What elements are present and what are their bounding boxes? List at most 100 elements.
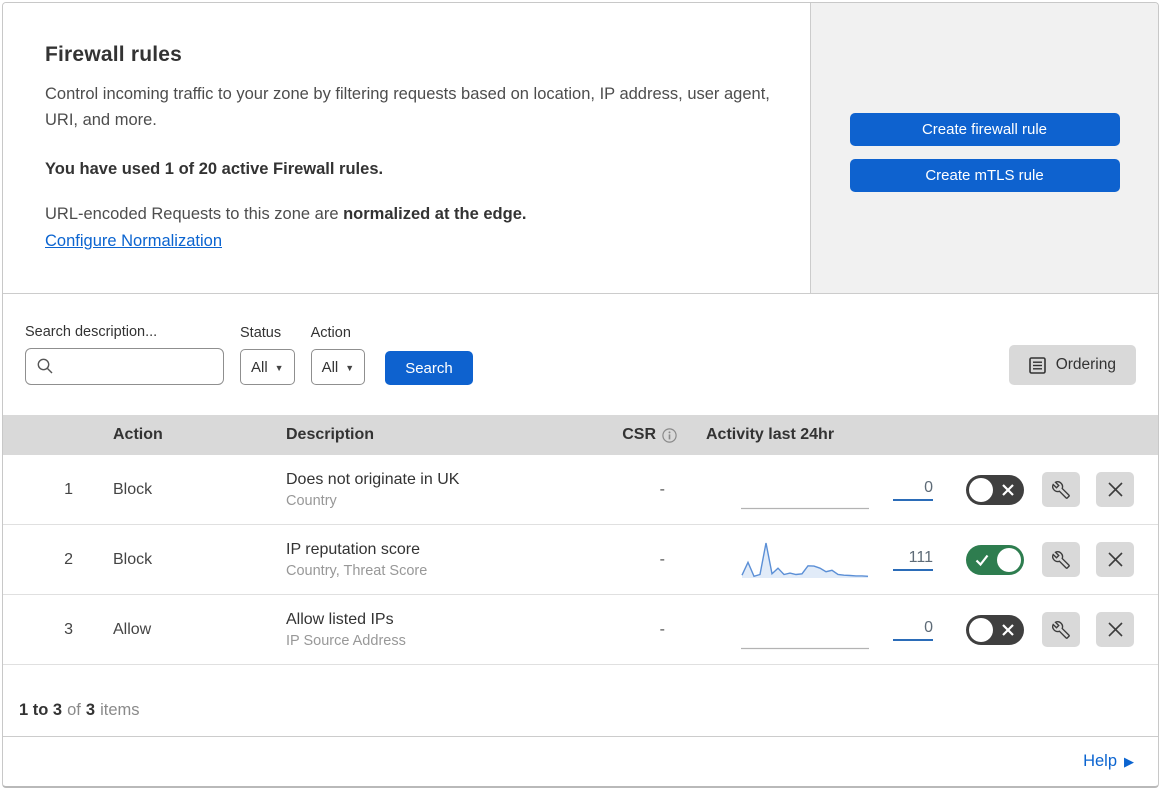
activity-count-link[interactable]: 0 [893, 618, 933, 641]
action-label: Action [310, 325, 351, 341]
help-bar: Help ▶ [3, 737, 1158, 786]
intro-text-area: Firewall rules Control incoming traffic … [3, 3, 810, 293]
normalization-note: URL-encoded Requests to this zone are no… [45, 205, 770, 224]
rule-activity-cell: 0 [683, 610, 933, 650]
close-icon [1107, 552, 1123, 567]
action-dropdown-value: All [321, 358, 339, 376]
status-dropdown-value: All [251, 358, 268, 376]
rule-enabled-toggle[interactable] [966, 614, 1024, 645]
rule-title: Does not originate in UK [286, 470, 460, 488]
pagination-range: 1 to 3 [19, 701, 63, 719]
search-label: Search description... [25, 324, 158, 340]
wrench-icon [1052, 620, 1070, 639]
csr-header-label: CSR [622, 426, 656, 443]
activity-sparkline [741, 647, 869, 649]
rule-csr-value: - [659, 480, 665, 498]
wrench-icon [1052, 550, 1070, 569]
configure-normalization-link[interactable]: Configure Normalization [45, 232, 222, 251]
rule-priority: 3 [64, 620, 73, 638]
chevron-down-icon: ▼ [345, 363, 355, 373]
delete-rule-button[interactable] [1096, 542, 1134, 577]
status-dropdown[interactable]: All ▼ [240, 349, 295, 385]
table-row: 3 Allow Allow listed IPs IP Source Addre… [3, 595, 1158, 665]
help-link[interactable]: Help ▶ [1083, 752, 1134, 771]
rule-title: IP reputation score [286, 540, 421, 558]
activity-count-link[interactable]: 0 [893, 478, 933, 501]
close-icon [1107, 482, 1123, 497]
column-header-description: Description [286, 426, 375, 443]
activity-sparkline [741, 507, 869, 509]
rule-csr-value: - [659, 550, 665, 568]
delete-rule-button[interactable] [1096, 472, 1134, 507]
rule-action: Block [113, 550, 153, 568]
pagination-bar: 1 to 3 of 3 items [3, 665, 1158, 737]
rule-csr-value: - [659, 620, 665, 638]
rule-activity-cell: 111 [683, 540, 933, 580]
pagination-items: items [100, 701, 140, 719]
intro-section: Firewall rules Control incoming traffic … [3, 3, 1158, 294]
ordering-button[interactable]: Ordering [1008, 345, 1136, 385]
table-row: 2 Block IP reputation score Country, Thr… [3, 525, 1158, 595]
info-icon[interactable] [662, 427, 677, 443]
search-input-wrap [25, 348, 224, 385]
wrench-icon [1052, 480, 1070, 499]
rule-priority: 1 [64, 480, 73, 498]
rule-description-cell: IP reputation score Country, Threat Scor… [286, 541, 593, 579]
action-dropdown[interactable]: All ▼ [310, 349, 366, 385]
ordering-button-label: Ordering [1055, 356, 1116, 373]
pagination-of: of [67, 701, 81, 719]
edit-rule-button[interactable] [1042, 472, 1080, 507]
firewall-rules-card: Firewall rules Control incoming traffic … [2, 2, 1159, 788]
table-row: 1 Block Does not originate in UK Country… [3, 455, 1158, 525]
search-group: Search description... [25, 324, 224, 385]
chevron-down-icon: ▼ [274, 363, 284, 373]
rule-controls [933, 612, 1158, 647]
activity-count-link[interactable]: 111 [893, 548, 933, 571]
rule-description-cell: Does not originate in UK Country [286, 471, 593, 509]
edit-rule-button[interactable] [1042, 542, 1080, 577]
rule-enabled-toggle[interactable] [966, 474, 1024, 505]
search-button[interactable]: Search [385, 351, 473, 385]
rule-controls [933, 542, 1158, 577]
rule-fields: Country [286, 492, 337, 509]
column-header-csr: CSR [593, 426, 683, 444]
table-header: Action Description CSR Activity last 24h… [3, 415, 1158, 455]
rule-action: Allow [113, 620, 152, 638]
pagination-total: 3 [85, 701, 96, 719]
usage-summary: You have used 1 of 20 active Firewall ru… [45, 160, 384, 179]
toggle-knob [997, 547, 1021, 572]
create-firewall-rule-button[interactable]: Create firewall rule [849, 113, 1120, 146]
rule-priority: 2 [64, 550, 73, 568]
rule-enabled-toggle[interactable] [966, 544, 1024, 575]
toggle-knob [969, 477, 993, 502]
action-filter-group: Action All ▼ [310, 325, 366, 385]
create-mtls-rule-button[interactable]: Create mTLS rule [849, 159, 1120, 192]
activity-sparkline [741, 542, 869, 578]
column-header-action: Action [113, 426, 163, 443]
help-link-label: Help [1083, 752, 1117, 770]
status-label: Status [240, 325, 282, 341]
toggle-state-icon [1002, 483, 1014, 496]
status-filter-group: Status All ▼ [240, 325, 295, 385]
toggle-state-icon [1002, 623, 1014, 636]
rule-description-cell: Allow listed IPs IP Source Address [286, 611, 593, 649]
arrow-right-icon: ▶ [1124, 753, 1134, 769]
delete-rule-button[interactable] [1096, 612, 1134, 647]
rule-activity-cell: 0 [683, 470, 933, 510]
toggle-state-icon [975, 554, 989, 566]
page-description: Control incoming traffic to your zone by… [45, 85, 770, 129]
list-icon [1028, 356, 1046, 374]
close-icon [1107, 622, 1123, 637]
intro-actions-panel: Create firewall rule Create mTLS rule [810, 3, 1158, 293]
normalization-bold: normalized at the edge. [343, 205, 527, 224]
search-input[interactable] [25, 348, 224, 385]
rule-action: Block [113, 480, 153, 498]
page-title: Firewall rules [45, 43, 183, 66]
rule-controls [933, 472, 1158, 507]
edit-rule-button[interactable] [1042, 612, 1080, 647]
rule-fields: Country, Threat Score [286, 562, 428, 579]
filter-bar: Search description... Status All ▼ Actio… [3, 294, 1158, 415]
rule-title: Allow listed IPs [286, 610, 394, 628]
normalization-prefix: URL-encoded Requests to this zone are [45, 205, 344, 224]
column-header-activity: Activity last 24hr [706, 426, 835, 443]
